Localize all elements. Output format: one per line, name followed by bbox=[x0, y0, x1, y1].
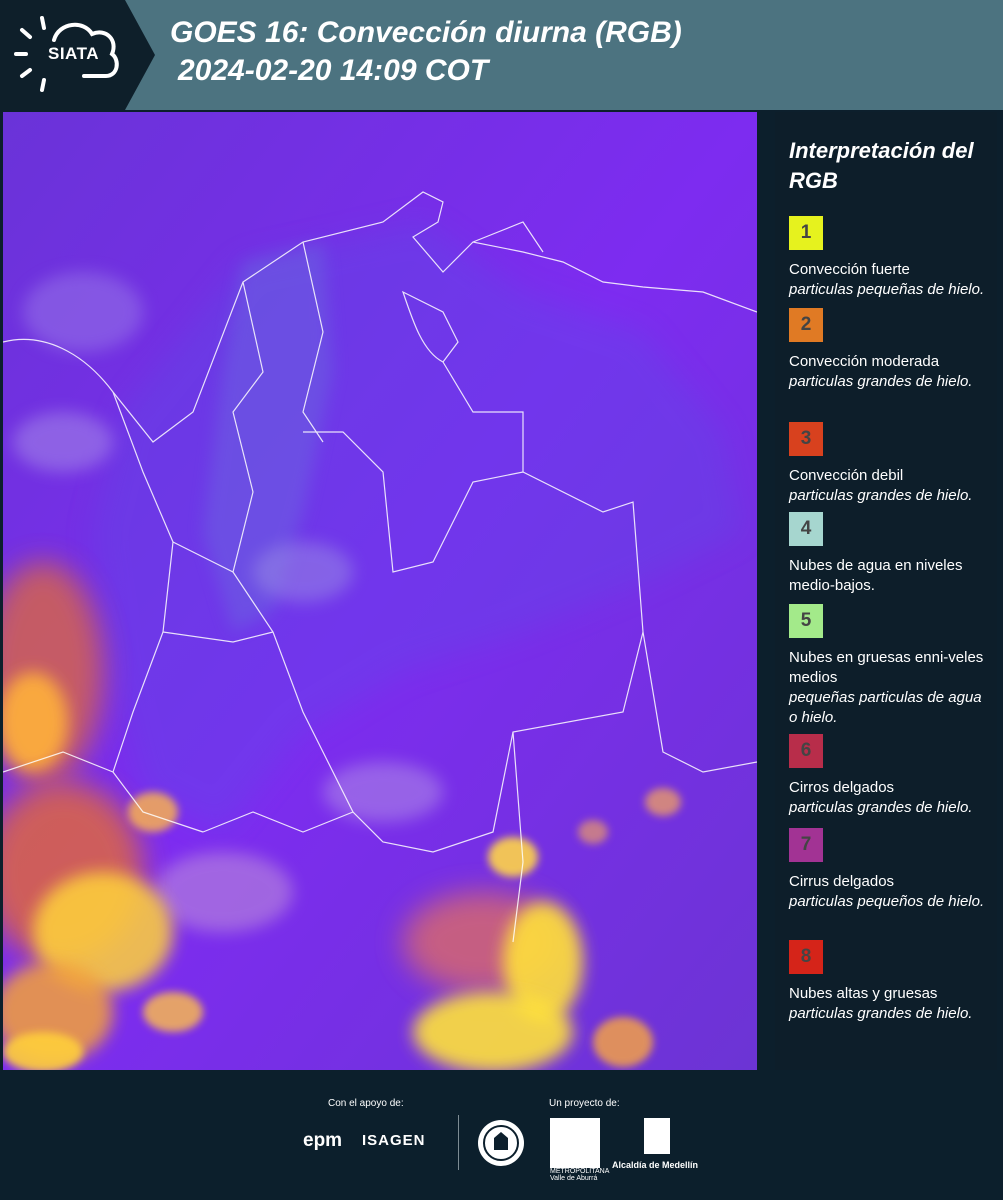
legend-item-8: 8 Nubes altas y gruesas particulas grand… bbox=[789, 940, 989, 1024]
legend-item-name-6: Cirros delgados bbox=[789, 779, 895, 796]
legend-swatch-7: 7 bbox=[789, 828, 823, 862]
legend-item-name-7: Cirrus delgados bbox=[789, 873, 895, 890]
logo-text: SIATA bbox=[48, 44, 99, 63]
legend-item-name-5: Nubes en gruesas enni-veles medios bbox=[789, 649, 984, 686]
footer-divider bbox=[458, 1115, 459, 1170]
rgb-legend: Interpretación del RGB 1 Convección fuer… bbox=[775, 112, 997, 1072]
satellite-map bbox=[3, 112, 757, 1070]
support-label: Con el apoyo de: bbox=[328, 1098, 404, 1109]
legend-item-5: 5 Nubes en gruesas enni-veles medios peq… bbox=[789, 604, 989, 728]
epm-logo: epm bbox=[303, 1130, 343, 1151]
header-bar: SIATA GOES 16: Convección diurna (RGB) 2… bbox=[0, 0, 1003, 110]
seal-icon bbox=[478, 1120, 524, 1166]
legend-item-desc-1: particulas pequeñas de hielo. bbox=[789, 281, 985, 298]
legend-swatch-8: 8 bbox=[789, 940, 823, 974]
legend-item-1: 1 Convección fuerte particulas pequeñas … bbox=[789, 216, 989, 300]
title-product: GOES 16: Convección diurna (RGB) bbox=[170, 16, 682, 49]
legend-item-name-1: Convección fuerte bbox=[789, 261, 910, 278]
legend-item-desc-2: particulas grandes de hielo. bbox=[789, 373, 973, 390]
area-metropolitana-logo bbox=[550, 1118, 600, 1168]
legend-item-name-8: Nubes altas y gruesas bbox=[789, 985, 938, 1002]
legend-swatch-6: 6 bbox=[789, 734, 823, 768]
legend-item-name-2: Convección moderada bbox=[789, 353, 940, 370]
legend-item-desc-6: particulas grandes de hielo. bbox=[789, 799, 973, 816]
logo-arrow bbox=[125, 0, 155, 110]
legend-item-desc-5: pequeñas particulas de agua o hielo. bbox=[789, 689, 982, 726]
legend-item-7: 7 Cirrus delgados particulas pequeños de… bbox=[789, 828, 989, 912]
legend-item-name-3: Convección debil bbox=[789, 467, 904, 484]
legend-item-3: 3 Convección debil particulas grandes de… bbox=[789, 422, 989, 506]
siata-logo: SIATA bbox=[0, 0, 125, 110]
alcaldia-logo: Alcaldía de Medellín bbox=[612, 1160, 699, 1170]
legend-item-2: 2 Convección moderada particulas grandes… bbox=[789, 308, 989, 392]
legend-swatch-4: 4 bbox=[789, 512, 823, 546]
title-datetime: 2024-02-20 14:09 COT bbox=[178, 54, 489, 87]
legend-item-name-4: Nubes de agua en niveles medio-bajos. bbox=[789, 557, 963, 594]
area-metropolitana-text: METROPOLITANA Valle de Aburrá bbox=[550, 1168, 609, 1182]
legend-swatch-5: 5 bbox=[789, 604, 823, 638]
legend-title: Interpretación del RGB bbox=[789, 138, 974, 193]
legend-item-desc-3: particulas grandes de hielo. bbox=[789, 487, 973, 504]
legend-item-desc-8: particulas grandes de hielo. bbox=[789, 1005, 973, 1022]
page-title: GOES 16: Convección diurna (RGB) 2024-02… bbox=[170, 14, 682, 90]
footer: Con el apoyo de: Un proyecto de: epm ISA… bbox=[0, 1070, 1003, 1200]
project-label: Un proyecto de: bbox=[549, 1098, 620, 1109]
legend-swatch-3: 3 bbox=[789, 422, 823, 456]
legend-swatch-2: 2 bbox=[789, 308, 823, 342]
medellin-shield-icon bbox=[644, 1118, 670, 1154]
satellite-image bbox=[3, 112, 757, 1070]
legend-item-4: 4 Nubes de agua en niveles medio-bajos. bbox=[789, 512, 989, 596]
legend-item-desc-7: particulas pequeños de hielo. bbox=[789, 893, 985, 910]
legend-swatch-1: 1 bbox=[789, 216, 823, 250]
legend-item-6: 6 Cirros delgados particulas grandes de … bbox=[789, 734, 989, 818]
isagen-logo: ISAGEN bbox=[362, 1132, 426, 1149]
